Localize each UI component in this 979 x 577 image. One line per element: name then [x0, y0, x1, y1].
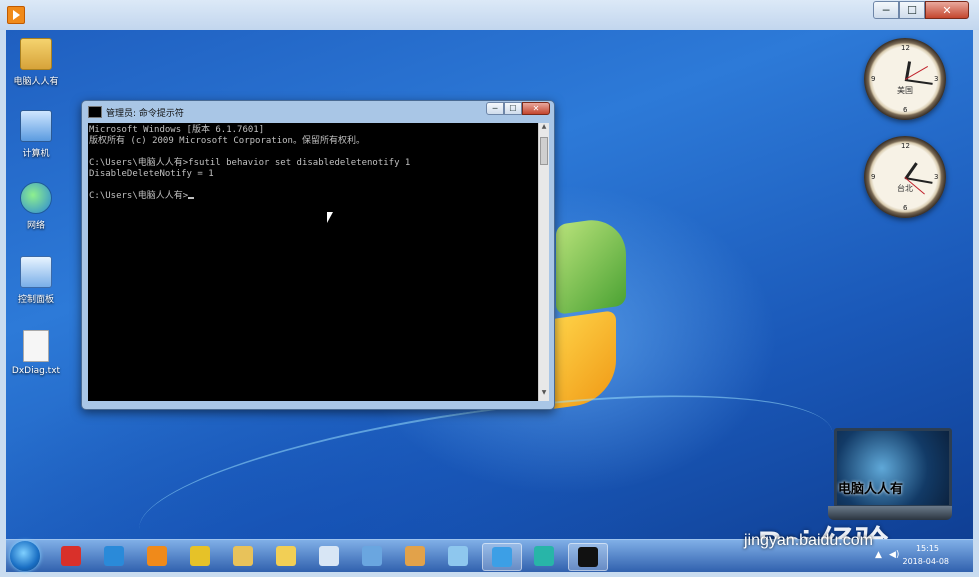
desktop-icon-label: DxDiag.txt — [11, 366, 61, 376]
clock-number: 12 — [901, 142, 910, 150]
cmd-close-button[interactable]: ✕ — [522, 102, 550, 115]
desktop-icon-control-panel[interactable]: 控制面板 — [6, 256, 68, 305]
headset-app-icon — [534, 546, 554, 566]
taskbar-item-document[interactable] — [310, 543, 348, 569]
taskbar-item-chrome[interactable] — [181, 543, 219, 569]
clock-number: 12 — [901, 44, 910, 52]
clock-time[interactable]: 15:15 — [916, 544, 939, 553]
settings-gear-icon — [448, 546, 468, 566]
desktop-icon-computer[interactable]: 计算机 — [6, 110, 68, 159]
cmd-title: 管理员: 命令提示符 — [106, 108, 184, 119]
text-file-icon — [23, 330, 49, 362]
taskbar-item-headset-app[interactable] — [525, 543, 563, 569]
taskbar-item-folder[interactable] — [267, 543, 305, 569]
chrome-icon — [190, 546, 210, 566]
gadget-text: 电脑人人有 — [838, 482, 904, 497]
scroll-up-arrow-icon[interactable]: ▲ — [539, 123, 549, 135]
window-titlebar[interactable]: ─ ☐ ✕ — [0, 0, 979, 30]
clock-city-label: 台北 — [897, 184, 913, 193]
desktop-icon-label: 计算机 — [22, 149, 50, 159]
close-button[interactable]: ✕ — [925, 1, 969, 19]
desktop-icon-label: 电脑人人有 — [13, 77, 59, 87]
hour-hand — [905, 162, 918, 179]
control-panel-icon — [20, 256, 52, 288]
ie-browser-icon — [104, 546, 124, 566]
media-player-icon — [147, 546, 167, 566]
folder-icon — [276, 546, 296, 566]
minute-hand — [904, 79, 933, 85]
console-line: DisableDeleteNotify = 1 — [89, 169, 214, 179]
clock-number: 3 — [934, 75, 939, 83]
start-button[interactable] — [10, 541, 40, 571]
folder-icon — [20, 38, 52, 70]
file-explorer-icon — [233, 546, 253, 566]
taskbar-item-ie-browser[interactable] — [95, 543, 133, 569]
taskbar-item-network-app[interactable] — [353, 543, 391, 569]
watermark-url: jingyan.baidu.com — [744, 532, 873, 549]
document-icon — [319, 546, 339, 566]
volume-icon[interactable]: ◀) — [889, 550, 899, 560]
taskbar-item-settings-gear[interactable] — [439, 543, 477, 569]
scroll-down-arrow-icon[interactable]: ▼ — [539, 389, 549, 401]
cmd-maximize-button[interactable]: ☐ — [504, 102, 522, 115]
taskbar-item-jiang-app[interactable] — [52, 543, 90, 569]
desktop: 电脑人人有 计算机 网络 控制面板 DxDiag.txt 12 3 6 9 美国 — [6, 30, 973, 539]
console-line: C:\Users\电脑人人有>fsutil behavior set disab… — [89, 158, 411, 168]
text-cursor — [188, 197, 195, 199]
desktop-icon-dxdiag[interactable]: DxDiag.txt — [6, 330, 68, 376]
desktop-icon-label: 控制面板 — [17, 295, 54, 305]
desktop-icon-label: 网络 — [26, 221, 45, 231]
desktop-icon-folder[interactable]: 电脑人人有 — [6, 38, 68, 87]
cmd-icon — [578, 547, 598, 567]
minimize-button[interactable]: ─ — [873, 1, 899, 19]
console-output[interactable]: Microsoft Windows [版本 6.1.7601] 版权所有 (c)… — [88, 123, 538, 401]
console-line: Microsoft Windows [版本 6.1.7601] — [89, 125, 265, 135]
clock-date[interactable]: 2018-04-08 — [903, 557, 950, 566]
console-prompt-line: C:\Users\电脑人人有> — [89, 191, 538, 202]
scroll-thumb[interactable] — [540, 137, 548, 165]
clock-number: 6 — [903, 204, 908, 212]
taskbar-item-media-player[interactable] — [138, 543, 176, 569]
command-prompt-window[interactable]: 管理员: 命令提示符 ─ ☐ ✕ Microsoft Windows [版本 6… — [81, 100, 555, 410]
system-tray: ▲ ◀) 15:15 2018-04-08 — [857, 542, 967, 570]
jiang-app-icon — [61, 546, 81, 566]
laptop-gadget: 电脑人人有 — [828, 426, 952, 526]
clock-city-label: 美国 — [897, 86, 913, 95]
cmd-minimize-button[interactable]: ─ — [486, 102, 504, 115]
clock-number: 9 — [871, 173, 876, 181]
computer-icon — [20, 110, 52, 142]
cmd-scrollbar[interactable]: ▲ ▼ — [538, 123, 549, 401]
app-window: ─ ☐ ✕ 电脑人人有 计算机 网络 控制面板 DxDiag.txt 12 3 … — [0, 0, 979, 577]
mouse-pointer-icon — [326, 211, 334, 224]
browser-app-icon — [492, 547, 512, 567]
media-player-icon — [7, 6, 25, 24]
paint-icon — [405, 546, 425, 566]
clock-gadget[interactable]: 12 3 6 9 台北 — [864, 136, 946, 218]
clock-number: 6 — [903, 106, 908, 114]
network-app-icon — [362, 546, 382, 566]
taskbar-item-cmd[interactable] — [568, 543, 608, 571]
taskbar-item-file-explorer[interactable] — [224, 543, 262, 569]
console-line: 版权所有 (c) 2009 Microsoft Corporation。保留所有… — [89, 136, 365, 146]
network-icon — [20, 182, 52, 214]
tray-expand-icon[interactable]: ▲ — [875, 550, 882, 560]
taskbar-item-paint[interactable] — [396, 543, 434, 569]
clock-number: 3 — [934, 173, 939, 181]
taskbar-item-browser-app[interactable] — [482, 543, 522, 571]
console-prompt: C:\Users\电脑人人有> — [89, 191, 189, 201]
clock-gadget[interactable]: 12 3 6 9 美国 — [864, 38, 946, 120]
desktop-icon-network[interactable]: 网络 — [6, 182, 68, 231]
clock-number: 9 — [871, 75, 876, 83]
cmd-titlebar[interactable]: 管理员: 命令提示符 — [88, 104, 184, 120]
cmd-icon — [88, 106, 102, 118]
maximize-button[interactable]: ☐ — [899, 1, 925, 19]
